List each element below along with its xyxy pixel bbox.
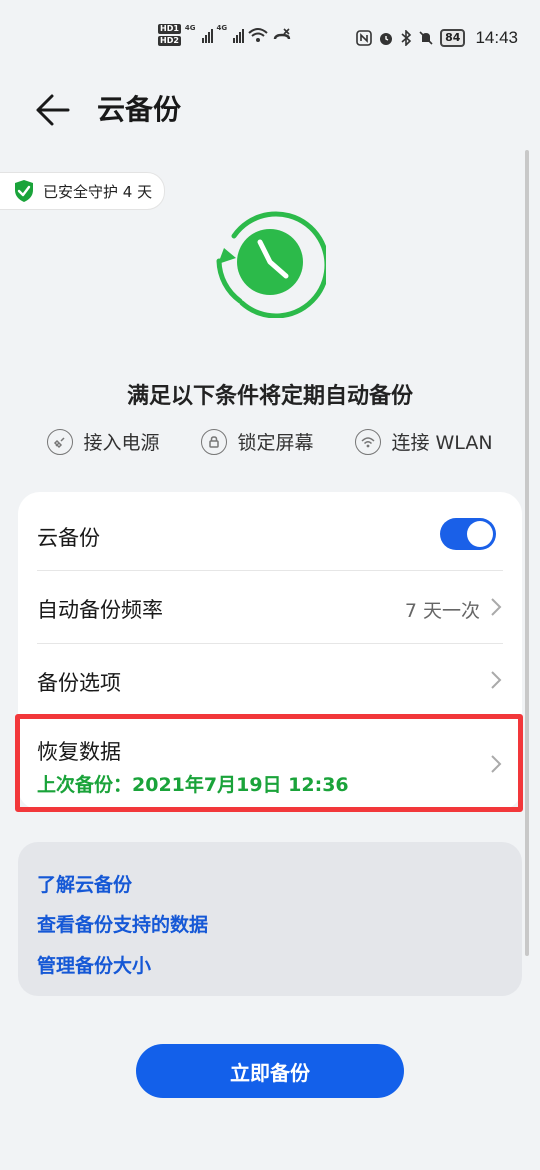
nfc-icon bbox=[356, 30, 372, 46]
system-status: 84 14:43 bbox=[356, 28, 518, 48]
options-row[interactable]: 备份选项 bbox=[18, 644, 522, 716]
cloud-backup-toggle[interactable] bbox=[440, 518, 496, 550]
hd-indicators: HD1 HD2 bbox=[158, 24, 181, 46]
link-manage-backup-size[interactable]: 管理备份大小 bbox=[37, 951, 151, 978]
battery-icon: 84 bbox=[440, 29, 466, 47]
signal1-icon bbox=[201, 27, 213, 43]
page-title: 云备份 bbox=[97, 93, 182, 126]
links-card: 了解云备份 查看备份支持的数据 管理备份大小 bbox=[18, 842, 522, 996]
hd2-badge: HD2 bbox=[158, 36, 181, 46]
plug-icon bbox=[47, 428, 74, 455]
condition-lock-label: 锁定屏幕 bbox=[237, 432, 314, 454]
wifi-icon bbox=[355, 428, 382, 455]
hd1-badge: HD1 bbox=[158, 24, 181, 34]
frequency-label: 自动备份频率 bbox=[37, 598, 163, 622]
condition-power: 接入电源 bbox=[47, 428, 159, 455]
bluetooth-icon bbox=[401, 30, 412, 46]
link-learn-cloud-backup[interactable]: 了解云备份 bbox=[37, 870, 132, 897]
link-supported-data[interactable]: 查看备份支持的数据 bbox=[37, 910, 208, 937]
title-bar: 云备份 bbox=[0, 80, 540, 136]
condition-wlan: 连接 WLAN bbox=[355, 428, 493, 455]
mute-icon bbox=[419, 31, 433, 45]
chevron-right-icon bbox=[491, 671, 502, 689]
chevron-right-icon bbox=[491, 598, 502, 616]
condition-lock: 锁定屏幕 bbox=[201, 428, 313, 455]
lock-icon bbox=[201, 428, 228, 455]
status-bar: HD1 HD2 4G 4G 84 14:43 bbox=[0, 0, 540, 80]
condition-power-label: 接入电源 bbox=[83, 432, 160, 454]
conditions-title: 满足以下条件将定期自动备份 bbox=[126, 384, 413, 409]
signal2-icon bbox=[233, 27, 245, 43]
back-arrow-icon bbox=[36, 94, 70, 126]
protection-text: 已安全守护 4 天 bbox=[43, 182, 153, 201]
back-button[interactable] bbox=[32, 90, 76, 130]
scrollbar[interactable] bbox=[525, 150, 529, 956]
highlight-box bbox=[15, 714, 523, 812]
alarm-icon bbox=[380, 33, 393, 45]
condition-wlan-label: 连接 WLAN bbox=[391, 432, 493, 454]
toggle-knob bbox=[467, 521, 493, 547]
protection-badge: 已安全守护 4 天 bbox=[0, 172, 166, 210]
wifi-status-icon bbox=[248, 28, 268, 42]
cloud-backup-row[interactable]: 云备份 bbox=[18, 492, 522, 570]
cloud-backup-label: 云备份 bbox=[37, 526, 100, 550]
network-status: HD1 HD2 4G 4G bbox=[158, 24, 292, 46]
backup-now-button[interactable]: 立即备份 bbox=[136, 1044, 404, 1098]
options-label: 备份选项 bbox=[37, 671, 121, 695]
frequency-value: 7 天一次 bbox=[404, 600, 480, 622]
conditions-list: 接入电源 锁定屏幕 连接 WLAN bbox=[0, 428, 540, 455]
shield-check-icon bbox=[15, 180, 33, 202]
backup-clock-icon bbox=[214, 206, 330, 319]
frequency-row[interactable]: 自动备份频率 7 天一次 bbox=[18, 571, 522, 643]
clock: 14:43 bbox=[475, 28, 518, 47]
no-call-icon bbox=[273, 28, 291, 40]
network2-label: 4G bbox=[216, 24, 228, 32]
network1-label: 4G bbox=[184, 24, 196, 32]
